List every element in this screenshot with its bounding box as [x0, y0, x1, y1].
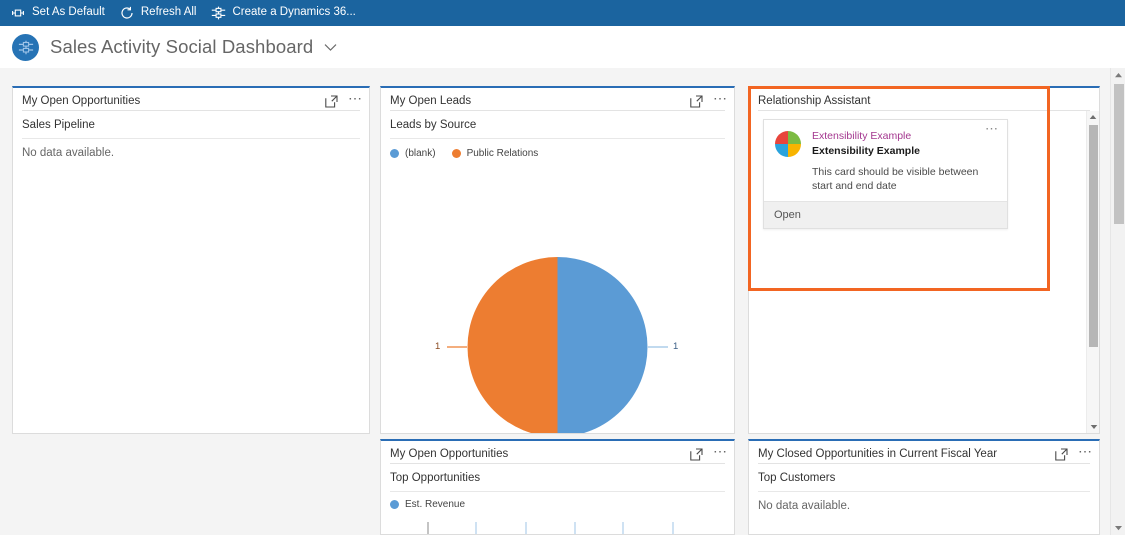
tile-subtitle: Sales Pipeline: [22, 119, 95, 131]
relationship-assistant-body: Extensibility Example Extensibility Exam…: [749, 111, 1099, 433]
tile-header: My Open Opportunities ⋯: [381, 441, 734, 463]
empty-state-text: No data available.: [758, 500, 851, 512]
pie-data-label-right: 1: [673, 341, 679, 352]
ellipsis-icon[interactable]: ⋯: [713, 444, 728, 459]
pie-data-label-left: 1: [435, 341, 441, 352]
bar-chart-plot-area[interactable]: [381, 516, 734, 534]
chart-gridline: [672, 522, 674, 534]
command-bar: Set As Default Refresh All Create a Dyna…: [0, 0, 1125, 26]
assistant-card-description: This card should be visible between star…: [812, 166, 979, 192]
tile-title: My Open Leads: [390, 95, 472, 107]
tile-title: My Open Opportunities: [22, 95, 141, 107]
bar-chart-legend: Est. Revenue: [381, 492, 734, 510]
expand-icon[interactable]: [689, 94, 703, 108]
page-title: Sales Activity Social Dashboard: [50, 36, 314, 57]
tile-relationship-assistant[interactable]: Relationship Assistant Extensibility Exa…: [748, 86, 1100, 434]
legend-swatch-blank: [390, 149, 399, 158]
dashboard-header: Sales Activity Social Dashboard: [0, 26, 1125, 68]
tile-actions: ⋯: [689, 90, 728, 108]
refresh-all-label: Refresh All: [140, 6, 197, 19]
tile-header: Relationship Assistant: [749, 88, 1099, 110]
tile-sales-pipeline[interactable]: My Open Opportunities ⋯ Sales Pipeline N…: [12, 86, 370, 434]
tile-header: My Open Leads ⋯: [381, 88, 734, 110]
tile-header: My Closed Opportunities in Current Fisca…: [749, 441, 1099, 463]
ellipsis-icon[interactable]: ⋯: [985, 122, 999, 135]
expand-icon[interactable]: [324, 94, 338, 108]
set-as-default-label: Set As Default: [32, 6, 105, 19]
dashboard-icon: [210, 5, 226, 21]
set-as-default-button[interactable]: Set As Default: [6, 0, 115, 26]
pin-icon: [10, 5, 26, 21]
legend-label: Public Relations: [466, 148, 539, 159]
dashboard-canvas: My Open Opportunities ⋯ Sales Pipeline N…: [0, 68, 1125, 535]
tile-title: Relationship Assistant: [758, 95, 871, 107]
scrollbar-thumb[interactable]: [1089, 125, 1098, 347]
pie-chart[interactable]: 1 1: [381, 159, 734, 433]
chart-gridline: [525, 522, 527, 534]
tile-subtitle: Top Customers: [758, 472, 836, 484]
refresh-icon: [119, 5, 135, 21]
legend-label: (blank): [405, 148, 436, 159]
legend-swatch-public-relations: [451, 149, 461, 158]
tile-actions: ⋯: [689, 443, 728, 461]
canvas-left-edge: [0, 68, 4, 535]
chart-gridline: [622, 522, 624, 534]
chart-gridline: [475, 522, 477, 534]
scroll-down-icon[interactable]: [1111, 521, 1125, 535]
tile-title: My Closed Opportunities in Current Fisca…: [758, 448, 998, 460]
tile-subtitle: Top Opportunities: [390, 472, 481, 484]
scroll-down-icon[interactable]: [1087, 421, 1099, 433]
dashboard-badge-icon: [12, 33, 39, 61]
page-scrollbar[interactable]: [1110, 68, 1125, 535]
tile-top-opportunities[interactable]: My Open Opportunities ⋯ Top Opportunitie…: [380, 439, 735, 535]
tile-leads-by-source[interactable]: My Open Leads ⋯ Leads by Source (blank): [380, 86, 735, 434]
create-dynamics-dashboard-button[interactable]: Create a Dynamics 36...: [206, 0, 365, 26]
expand-icon[interactable]: [689, 447, 703, 461]
pie-chart-legend: (blank) Public Relations: [381, 139, 734, 159]
pie-slice-blank: [557, 257, 648, 433]
scroll-up-icon[interactable]: [1087, 111, 1099, 123]
relationship-assistant-scrollbar[interactable]: [1086, 111, 1099, 433]
expand-icon[interactable]: [1054, 447, 1068, 461]
tile-actions: ⋯: [324, 90, 363, 108]
ellipsis-icon[interactable]: ⋯: [1078, 444, 1093, 459]
chevron-down-icon[interactable]: [324, 43, 337, 52]
tile-subtitle: Leads by Source: [390, 119, 477, 131]
assistant-card-title: Extensibility Example: [812, 145, 920, 157]
assistant-card-link[interactable]: Extensibility Example: [812, 130, 989, 143]
chart-axis-line: [427, 522, 429, 534]
legend-item[interactable]: Est. Revenue: [390, 499, 465, 510]
ellipsis-icon[interactable]: ⋯: [713, 91, 728, 106]
ellipsis-icon[interactable]: ⋯: [348, 91, 363, 106]
create-dynamics-dashboard-label: Create a Dynamics 36...: [232, 6, 356, 19]
four-quadrant-pie-icon: [774, 130, 802, 158]
tile-header: My Open Opportunities ⋯: [13, 88, 369, 110]
scroll-up-icon[interactable]: [1111, 68, 1125, 82]
assistant-card-content: Extensibility Example Extensibility Exam…: [764, 120, 1007, 201]
legend-item[interactable]: (blank): [390, 148, 436, 159]
legend-label: Est. Revenue: [405, 499, 466, 510]
legend-item[interactable]: Public Relations: [451, 148, 539, 159]
tile-top-customers[interactable]: My Closed Opportunities in Current Fisca…: [748, 439, 1100, 535]
pie-slice-public-relations: [467, 257, 558, 433]
chart-gridline: [574, 522, 576, 534]
assistant-card-texts: Extensibility Example Extensibility Exam…: [812, 130, 999, 193]
legend-swatch-est-revenue: [390, 500, 399, 509]
tile-actions: ⋯: [1054, 443, 1093, 461]
assistant-card[interactable]: Extensibility Example Extensibility Exam…: [763, 119, 1008, 229]
refresh-all-button[interactable]: Refresh All: [115, 0, 207, 26]
assistant-card-open-action[interactable]: Open: [764, 201, 1007, 228]
tile-title: My Open Opportunities: [390, 448, 509, 460]
empty-state-text: No data available.: [22, 147, 115, 159]
page-scrollbar-thumb[interactable]: [1114, 84, 1124, 224]
